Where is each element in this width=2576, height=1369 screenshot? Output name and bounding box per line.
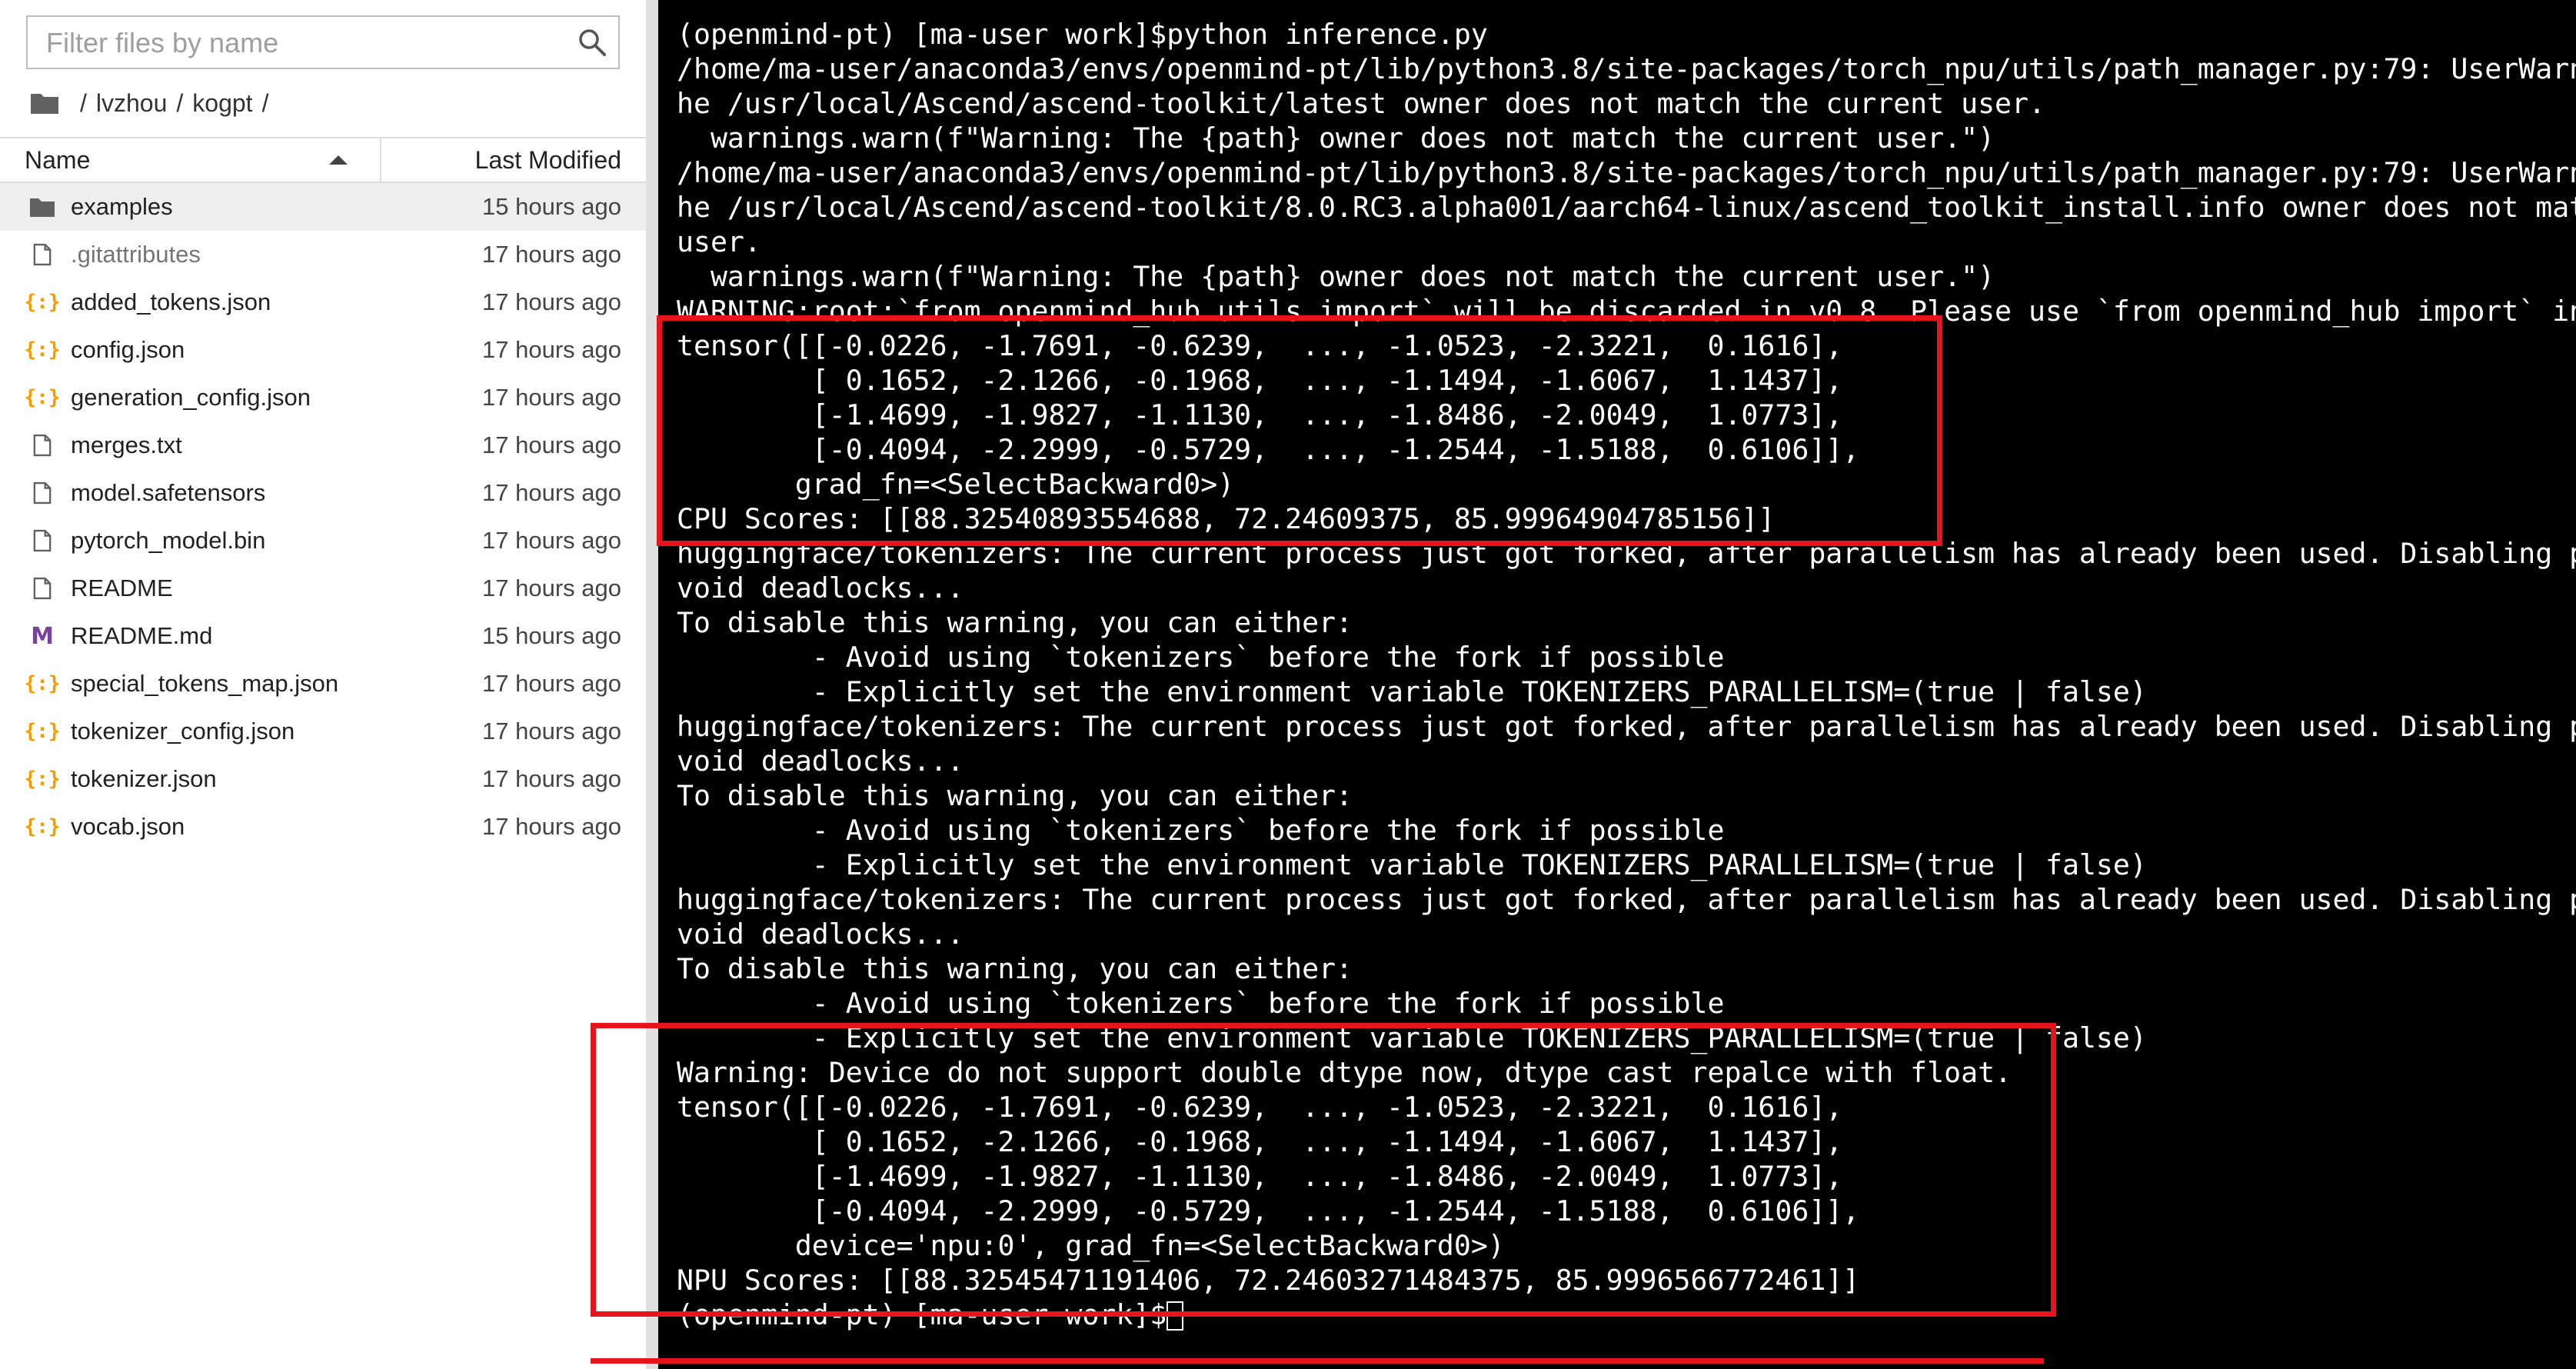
breadcrumb-separator: /: [176, 88, 184, 117]
file-row[interactable]: {:} added_tokens.json 17 hours ago: [0, 278, 646, 326]
file-icon: [29, 434, 55, 457]
file-row[interactable]: {:} generation_config.json 17 hours ago: [0, 374, 646, 421]
file-name: merges.txt: [71, 431, 182, 458]
file-last-modified: 17 hours ago: [482, 718, 621, 744]
file-row[interactable]: README 17 hours ago: [0, 565, 646, 612]
terminal-line: /home/ma-user/anaconda3/envs/openmind-pt…: [677, 52, 2576, 85]
file-name: special_tokens_map.json: [71, 670, 339, 697]
column-header: Name Last Modified: [0, 137, 646, 183]
terminal-line: warnings.warn(f"Warning: The {path} owne…: [677, 260, 1995, 293]
file-name: README.md: [71, 622, 213, 649]
breadcrumb-separator: /: [80, 88, 87, 117]
file-icon: [29, 577, 55, 600]
column-header-name-label: Name: [25, 146, 91, 174]
json-icon: {:}: [24, 672, 61, 695]
breadcrumb: / lvzhou / kogpt /: [29, 86, 278, 120]
terminal-line: - Avoid using `tokenizers` before the fo…: [677, 814, 1725, 847]
json-icon: {:}: [24, 291, 61, 314]
filter-box: [26, 15, 620, 69]
file-list: examples 15 hours ago .gitattributes 17 hou…: [0, 183, 646, 851]
terminal-line: - Explicitly set the environment variabl…: [677, 848, 2147, 881]
file-name: vocab.json: [71, 813, 185, 840]
file-last-modified: 17 hours ago: [482, 813, 621, 840]
terminal-line: - Avoid using `tokenizers` before the fo…: [677, 641, 1725, 674]
file-row[interactable]: {:} special_tokens_map.json 17 hours ago: [0, 660, 646, 708]
file-icon: [29, 529, 55, 552]
file-name: tokenizer_config.json: [71, 718, 295, 744]
terminal-line: user.: [677, 225, 761, 258]
file-last-modified: 17 hours ago: [482, 527, 621, 554]
file-name: config.json: [71, 336, 185, 363]
json-icon: {:}: [24, 768, 61, 791]
file-last-modified: 17 hours ago: [482, 765, 621, 792]
filter-input[interactable]: [45, 17, 571, 69]
highlight-underline: [591, 1358, 2044, 1364]
file-row[interactable]: .gitattributes 17 hours ago: [0, 231, 646, 278]
file-browser-panel: / lvzhou / kogpt / Name Last Modified ex…: [0, 0, 646, 1369]
file-name: added_tokens.json: [71, 288, 271, 315]
terminal-line: - Explicitly set the environment variabl…: [677, 675, 2147, 708]
breadcrumb-item-lvzhou[interactable]: lvzhou: [96, 89, 168, 118]
file-row[interactable]: {:} config.json 17 hours ago: [0, 326, 646, 374]
terminal-line: huggingface/tokenizers: The current proc…: [677, 883, 2576, 916]
file-name: README: [71, 575, 173, 601]
terminal-line: To disable this warning, you can either:: [677, 779, 1353, 812]
breadcrumb-item-kogpt[interactable]: kogpt: [192, 89, 252, 118]
file-row[interactable]: {:} tokenizer.json 17 hours ago: [0, 755, 646, 803]
highlight-box-cpu-output: [657, 315, 1942, 546]
terminal-line: he /usr/local/Ascend/ascend-toolkit/8.0.…: [677, 191, 2576, 224]
terminal-line: - Avoid using `tokenizers` before the fo…: [677, 987, 1725, 1020]
highlight-box-npu-output: [591, 1023, 2056, 1317]
terminal-line: To disable this warning, you can either:: [677, 606, 1353, 639]
column-header-last-modified[interactable]: Last Modified: [475, 138, 621, 182]
file-name: model.safetensors: [71, 479, 266, 506]
file-last-modified: 17 hours ago: [482, 288, 621, 315]
file-row[interactable]: examples 15 hours ago: [0, 183, 646, 231]
file-name: examples: [71, 193, 173, 220]
terminal-line: void deadlocks...: [677, 744, 964, 778]
json-icon: {:}: [24, 386, 61, 409]
markdown-icon: M: [31, 622, 54, 650]
column-header-name[interactable]: Name: [0, 138, 381, 182]
sort-ascending-icon[interactable]: [329, 155, 348, 165]
terminal-line: void deadlocks...: [677, 571, 964, 605]
breadcrumb-separator: /: [261, 88, 269, 117]
file-row[interactable]: pytorch_model.bin 17 hours ago: [0, 517, 646, 565]
terminal-line: void deadlocks...: [677, 918, 964, 951]
file-last-modified: 15 hours ago: [482, 193, 621, 220]
file-row[interactable]: {:} vocab.json 17 hours ago: [0, 803, 646, 851]
file-name: tokenizer.json: [71, 765, 217, 792]
terminal-line: /home/ma-user/anaconda3/envs/openmind-pt…: [677, 156, 2576, 189]
file-name: .gitattributes: [71, 241, 201, 268]
file-last-modified: 17 hours ago: [482, 479, 621, 506]
file-last-modified: 17 hours ago: [482, 431, 621, 458]
terminal-line: he /usr/local/Ascend/ascend-toolkit/late…: [677, 87, 2045, 120]
file-name: pytorch_model.bin: [71, 527, 266, 554]
json-icon: {:}: [24, 720, 61, 743]
json-icon: {:}: [24, 815, 61, 838]
folder-icon: [29, 195, 55, 218]
file-row[interactable]: M README.md 15 hours ago: [0, 612, 646, 660]
file-name: generation_config.json: [71, 384, 311, 411]
file-last-modified: 15 hours ago: [482, 622, 621, 649]
json-icon: {:}: [24, 338, 61, 361]
file-row[interactable]: model.safetensors 17 hours ago: [0, 469, 646, 517]
file-last-modified: 17 hours ago: [482, 575, 621, 601]
file-row[interactable]: {:} tokenizer_config.json 17 hours ago: [0, 708, 646, 755]
search-icon[interactable]: [577, 27, 607, 58]
terminal-line: warnings.warn(f"Warning: The {path} owne…: [677, 122, 1995, 155]
terminal-line: huggingface/tokenizers: The current proc…: [677, 710, 2576, 743]
file-row[interactable]: merges.txt 17 hours ago: [0, 421, 646, 469]
file-last-modified: 17 hours ago: [482, 670, 621, 697]
file-last-modified: 17 hours ago: [482, 241, 621, 268]
file-icon: [29, 481, 55, 505]
folder-icon[interactable]: [29, 91, 60, 115]
terminal-line: To disable this warning, you can either:: [677, 952, 1353, 985]
terminal-line: (openmind-pt) [ma-user work]$python infe…: [677, 18, 1488, 51]
file-last-modified: 17 hours ago: [482, 336, 621, 363]
file-icon: [29, 243, 55, 266]
file-last-modified: 17 hours ago: [482, 384, 621, 411]
